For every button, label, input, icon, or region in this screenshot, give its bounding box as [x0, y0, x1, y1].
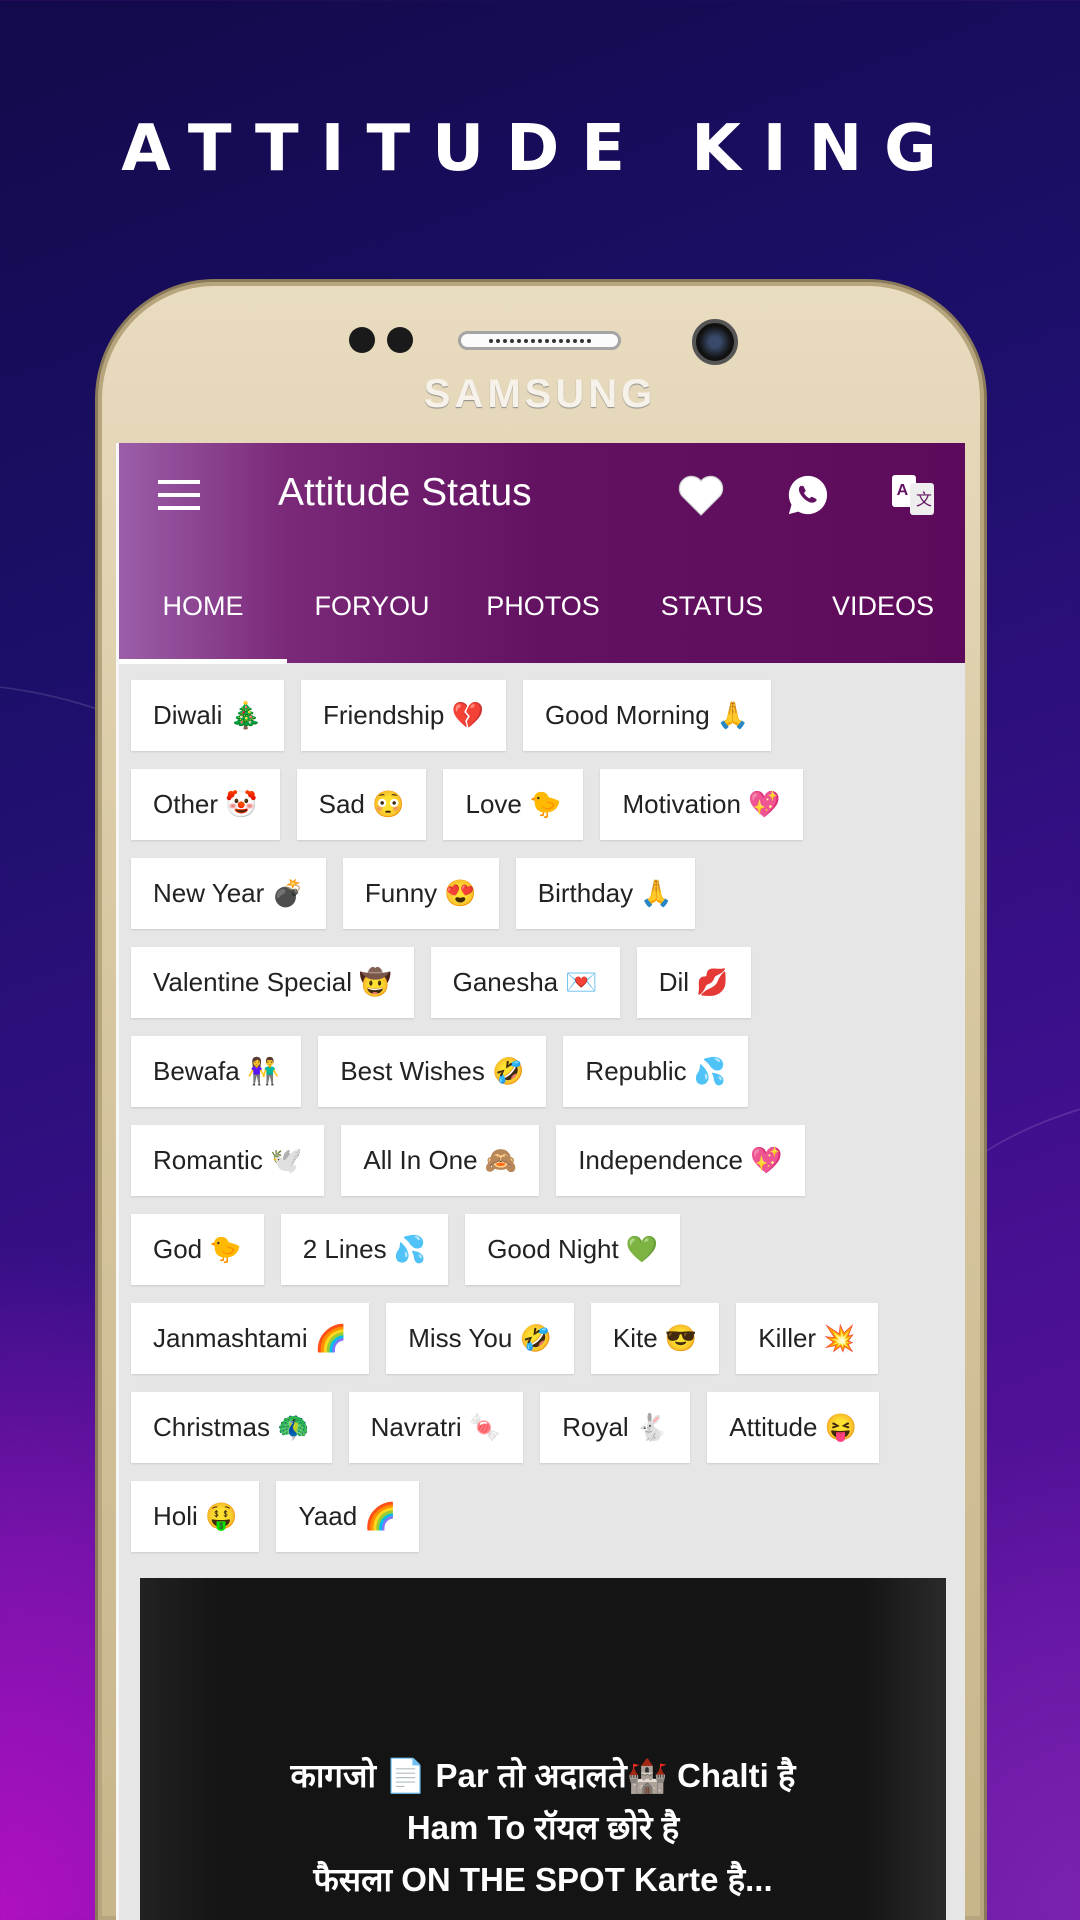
category-chip[interactable]: Bewafa 👫	[131, 1036, 302, 1107]
category-chip[interactable]: Royal 🐇	[540, 1392, 691, 1463]
category-chip[interactable]: Good Morning 🙏	[522, 680, 772, 751]
front-camera-icon	[692, 319, 738, 365]
category-row: Diwali 🎄 Friendship 💔 Good Morning 🙏	[131, 680, 879, 751]
quote-line: Ham To रॉयल छोरे है	[406, 1809, 680, 1846]
category-chip[interactable]: Good Night 💚	[465, 1214, 681, 1285]
category-row: Other 🤡 Sad 😳 Love 🐤 Motivation 💖	[131, 769, 879, 840]
category-chip[interactable]: Holi 🤑	[131, 1481, 260, 1552]
selected-tab-indicator	[119, 659, 287, 664]
device-brand-logo: SAMSUNG	[423, 372, 657, 416]
category-chip[interactable]: Yaad 🌈	[276, 1481, 419, 1552]
category-chip[interactable]: Diwali 🎄	[131, 680, 284, 751]
sensor-icon	[349, 327, 375, 353]
quote-line: कागजो 📄 Par तो अदालते🏰 Chalti है	[290, 1757, 796, 1794]
status-quote: कागजो 📄 Par तो अदालते🏰 Chalti है Ham To …	[140, 1750, 946, 1906]
whatsapp-icon[interactable]	[784, 471, 832, 519]
category-chip[interactable]: New Year 💣	[131, 858, 326, 929]
category-row: Bewafa 👫 Best Wishes 🤣 Republic 💦	[131, 1036, 879, 1107]
category-row: Valentine Special 🤠 Ganesha 💌 Dil 💋	[131, 947, 879, 1018]
category-row: Holi 🤑 Yaad 🌈	[131, 1481, 879, 1552]
category-chip[interactable]: Republic 💦	[563, 1036, 749, 1107]
category-chip[interactable]: Romantic 🕊️	[131, 1125, 325, 1196]
category-chip[interactable]: Attitude 😝	[707, 1392, 880, 1463]
speaker-grille	[458, 331, 621, 350]
tab-videos[interactable]: VIDEOS	[832, 591, 934, 622]
category-chip[interactable]: Love 🐤	[443, 769, 584, 840]
category-chip[interactable]: Kite 😎	[590, 1303, 720, 1374]
category-chip[interactable]: Valentine Special 🤠	[131, 947, 414, 1018]
category-chip[interactable]: Sad 😳	[296, 769, 427, 840]
category-chip[interactable]: 2 Lines 💦	[280, 1214, 449, 1285]
svg-text:文: 文	[916, 490, 932, 509]
category-list: Diwali 🎄 Friendship 💔 Good Morning 🙏 Other …	[131, 680, 880, 1570]
category-chip[interactable]: Motivation 💖	[600, 769, 803, 840]
menu-icon[interactable]	[158, 480, 200, 510]
category-chip[interactable]: Navratri 🍬	[348, 1392, 524, 1463]
app-bar: Attitude Status A文 HOME FORYOU PHOTOS STATU…	[119, 443, 965, 664]
tab-photos[interactable]: PHOTOS	[486, 591, 600, 622]
category-row: Christmas 🦚 Navratri 🍬 Royal 🐇 Attitude 😝	[131, 1392, 880, 1463]
category-chip[interactable]: Funny 😍	[342, 858, 499, 929]
heart-icon[interactable]	[677, 471, 725, 519]
category-chip[interactable]: Christmas 🦚	[131, 1392, 332, 1463]
category-chip[interactable]: Best Wishes 🤣	[318, 1036, 547, 1107]
category-chip[interactable]: God 🐤	[131, 1214, 264, 1285]
category-chip[interactable]: Killer 💥	[736, 1303, 878, 1374]
app-title: Attitude Status	[278, 471, 532, 514]
sensor-icon	[387, 327, 413, 353]
app-screen: Attitude Status A文 HOME FORYOU PHOTOS STATU…	[116, 443, 965, 1920]
category-row: Romantic 🕊️ All In One 🙈 Independence 💖	[131, 1125, 879, 1196]
category-chip[interactable]: Dil 💋	[636, 947, 751, 1018]
category-chip[interactable]: Other 🤡	[131, 769, 280, 840]
quote-line: फैसला ON THE SPOT Karte है...	[313, 1861, 773, 1898]
category-chip[interactable]: Miss You 🤣	[386, 1303, 574, 1374]
category-row: Janmashtami 🌈 Miss You 🤣 Kite 😎 Killer 💥	[131, 1303, 879, 1374]
svg-text:A: A	[897, 482, 909, 499]
category-row: New Year 💣 Funny 😍 Birthday 🙏	[131, 858, 879, 929]
promo-headline: ATTITUDE KING	[121, 112, 959, 186]
translate-icon[interactable]: A文	[890, 471, 938, 519]
tab-foryou[interactable]: FORYOU	[314, 591, 429, 622]
category-chip[interactable]: Janmashtami 🌈	[131, 1303, 370, 1374]
tab-bar: HOME FORYOU PHOTOS STATUS VIDEOS	[119, 591, 965, 631]
tab-home[interactable]: HOME	[163, 591, 244, 622]
category-chip[interactable]: Ganesha 💌	[430, 947, 620, 1018]
status-card[interactable]: कागजो 📄 Par तो अदालते🏰 Chalti है Ham To …	[140, 1578, 946, 1920]
category-chip[interactable]: Birthday 🙏	[515, 858, 695, 929]
category-row: God 🐤 2 Lines 💦 Good Night 💚	[131, 1214, 879, 1285]
category-chip[interactable]: All In One 🙈	[341, 1125, 540, 1196]
tab-status[interactable]: STATUS	[661, 591, 764, 622]
category-chip[interactable]: Friendship 💔	[300, 680, 506, 751]
category-chip[interactable]: Independence 💖	[556, 1125, 805, 1196]
